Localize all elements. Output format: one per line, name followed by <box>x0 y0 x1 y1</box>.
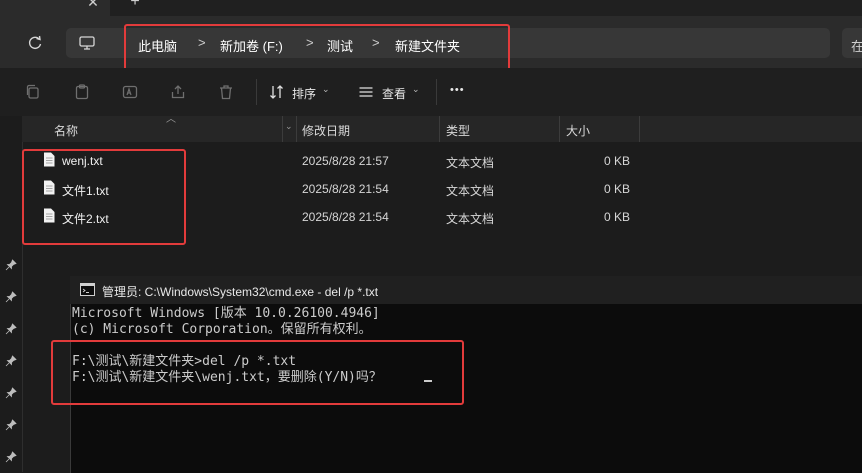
pin-icon[interactable] <box>5 323 17 335</box>
file-name[interactable]: wenj.txt <box>62 154 103 168</box>
copy-icon[interactable] <box>24 83 42 101</box>
this-pc-icon[interactable] <box>78 34 96 52</box>
file-size: 0 KB <box>604 182 631 196</box>
column-divider[interactable] <box>439 116 440 142</box>
close-tab-icon[interactable]: ✕ <box>86 0 100 9</box>
toolbar-divider <box>436 79 437 105</box>
view-button[interactable]: 查看 <box>382 85 406 102</box>
delete-icon[interactable] <box>217 83 235 101</box>
new-tab-button[interactable]: + <box>128 0 142 10</box>
sort-button[interactable]: 排序 <box>292 85 316 102</box>
chevron-down-icon[interactable]: ⌄ <box>322 84 330 95</box>
file-type: 文本文档 <box>446 184 495 198</box>
pin-icon[interactable] <box>5 355 17 367</box>
chevron-down-icon[interactable]: ⌄ <box>285 121 293 132</box>
file-size: 0 KB <box>604 154 631 168</box>
pin-icon[interactable] <box>5 259 17 271</box>
column-divider[interactable] <box>559 116 560 142</box>
pin-icon[interactable] <box>5 451 17 463</box>
cmd-window-title: 管理员: C:\Windows\System32\cmd.exe - del /… <box>102 285 379 299</box>
chevron-down-icon[interactable]: ⌄ <box>412 84 420 95</box>
refresh-icon[interactable] <box>26 34 44 52</box>
column-divider[interactable] <box>296 116 297 142</box>
terminal-line: (c) Microsoft Corporation。保留所有权利。 <box>72 322 372 337</box>
more-options-icon[interactable]: ••• <box>450 84 465 96</box>
search-placeholder: 在 <box>851 39 862 54</box>
text-file-icon <box>44 208 55 223</box>
breadcrumb-volume-f[interactable]: 新加卷 (F:) <box>220 36 283 55</box>
file-type: 文本文档 <box>446 156 495 170</box>
pin-icon[interactable] <box>5 291 17 303</box>
column-divider[interactable] <box>282 116 283 142</box>
view-icon[interactable] <box>357 83 375 101</box>
file-name[interactable]: 文件1.txt <box>62 182 109 199</box>
chevron-right-icon[interactable]: > <box>198 35 206 50</box>
chevron-right-icon[interactable]: > <box>306 35 314 50</box>
terminal-line: Microsoft Windows [版本 10.0.26100.4946] <box>72 306 380 321</box>
file-size: 0 KB <box>604 210 631 224</box>
column-type[interactable]: 类型 <box>446 122 470 139</box>
toolbar-divider <box>256 79 257 105</box>
cmd-app-icon[interactable] <box>80 283 95 296</box>
text-file-icon <box>44 180 55 195</box>
file-type: 文本文档 <box>446 212 495 226</box>
column-size[interactable]: 大小 <box>566 122 590 139</box>
text-file-icon <box>44 152 55 167</box>
column-name[interactable]: 名称 <box>54 122 78 139</box>
prompt-highlight-box <box>51 340 464 405</box>
file-name[interactable]: 文件2.txt <box>62 210 109 227</box>
breadcrumb-this-pc[interactable]: 此电脑 <box>138 36 177 55</box>
rename-icon[interactable] <box>121 83 139 101</box>
chevron-right-icon[interactable]: > <box>372 35 380 50</box>
file-modified: 2025/8/28 21:54 <box>302 182 389 196</box>
sort-icon[interactable] <box>268 83 286 101</box>
pin-icon[interactable] <box>5 387 17 399</box>
paste-icon[interactable] <box>73 83 91 101</box>
column-header-bar <box>22 116 862 142</box>
file-modified: 2025/8/28 21:57 <box>302 154 389 168</box>
breadcrumb-new-folder[interactable]: 新建文件夹 <box>395 36 460 55</box>
file-modified: 2025/8/28 21:54 <box>302 210 389 224</box>
column-modified[interactable]: 修改日期 <box>302 122 350 139</box>
column-divider[interactable] <box>639 116 640 142</box>
sort-up-icon: ︿ <box>166 114 176 125</box>
breadcrumb-test[interactable]: 测试 <box>327 36 353 55</box>
share-icon[interactable] <box>169 83 187 101</box>
pin-icon[interactable] <box>5 419 17 431</box>
